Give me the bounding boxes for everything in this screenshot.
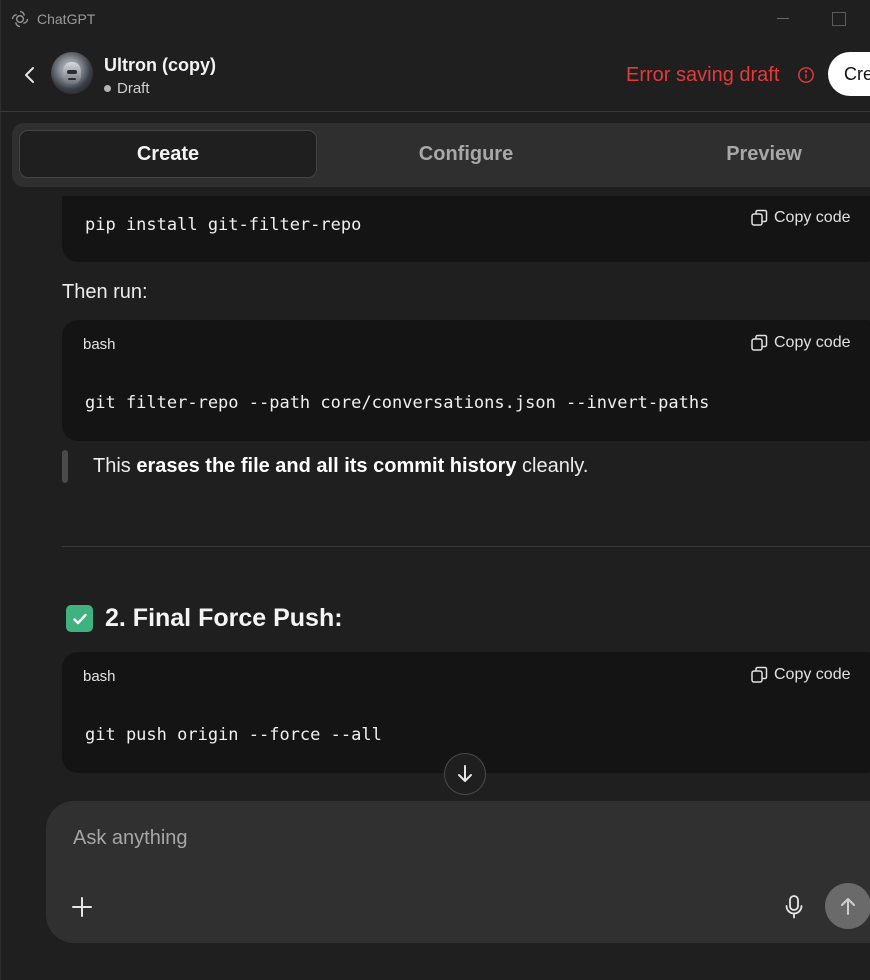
back-chevron-icon[interactable] <box>18 63 42 87</box>
status-badge: Draft <box>104 80 150 97</box>
scroll-to-bottom-button[interactable] <box>444 753 486 795</box>
code-language: bash <box>83 668 116 685</box>
message-input[interactable] <box>73 823 673 853</box>
window-edge <box>0 0 1 980</box>
tab-create[interactable]: Create <box>19 130 317 178</box>
heading-text: 2. Final Force Push: <box>105 604 343 632</box>
code-text: git filter-repo --path core/conversation… <box>85 393 710 413</box>
window-title: ChatGPT <box>37 11 96 27</box>
quote-text: cleanly. <box>516 455 589 477</box>
plus-icon[interactable] <box>70 895 94 919</box>
code-text: pip install git-filter-repo <box>85 215 362 235</box>
error-message: Error saving draft <box>626 64 780 86</box>
composer <box>46 801 870 943</box>
status-dot <box>104 85 111 92</box>
create-button[interactable]: Cre <box>828 52 870 96</box>
copy-icon <box>751 334 768 351</box>
copy-code-label: Copy code <box>774 334 851 351</box>
blockquote-text: This erases the file and all its commit … <box>93 455 588 478</box>
quote-bold-text: erases the file and all its commit histo… <box>136 455 517 477</box>
microphone-icon[interactable] <box>783 894 805 920</box>
minimize-button[interactable] <box>775 10 791 26</box>
code-block: bash Copy code git filter-repo --path co… <box>62 320 870 441</box>
openai-logo-icon <box>11 10 29 28</box>
blockquote: This erases the file and all its commit … <box>62 450 588 483</box>
gpt-name: Ultron (copy) <box>104 55 216 75</box>
maximize-button[interactable] <box>832 12 846 26</box>
code-block: Copy code pip install git-filter-repo <box>62 196 870 262</box>
section-heading: 2. Final Force Push: <box>66 604 343 633</box>
copy-icon <box>751 666 768 683</box>
copy-icon <box>751 209 768 226</box>
send-button[interactable] <box>825 883 870 929</box>
check-box-icon <box>66 605 93 632</box>
copy-code-label: Copy code <box>774 209 851 226</box>
info-icon[interactable] <box>797 66 815 84</box>
status-label: Draft <box>117 80 150 97</box>
code-language: bash <box>83 336 116 353</box>
quote-text: This <box>93 455 137 477</box>
copy-code-button[interactable]: Copy code <box>750 209 851 227</box>
arrow-up-icon <box>841 898 855 915</box>
tab-preview[interactable]: Preview <box>615 130 870 178</box>
title-bar: ChatGPT <box>0 0 870 38</box>
arrow-down-icon <box>458 765 472 782</box>
tab-bar: Create Configure Preview <box>12 123 870 187</box>
blockquote-bar <box>62 450 68 483</box>
copy-code-button[interactable]: Copy code <box>750 666 851 684</box>
divider <box>62 546 870 547</box>
avatar <box>51 52 93 94</box>
gpt-header: Ultron (copy) Draft Error saving draft C… <box>0 38 870 112</box>
code-text: git push origin --force --all <box>85 725 382 745</box>
copy-code-label: Copy code <box>774 666 851 683</box>
paragraph-text: Then run: <box>62 281 148 303</box>
tab-configure[interactable]: Configure <box>317 130 615 178</box>
copy-code-button[interactable]: Copy code <box>750 334 851 352</box>
